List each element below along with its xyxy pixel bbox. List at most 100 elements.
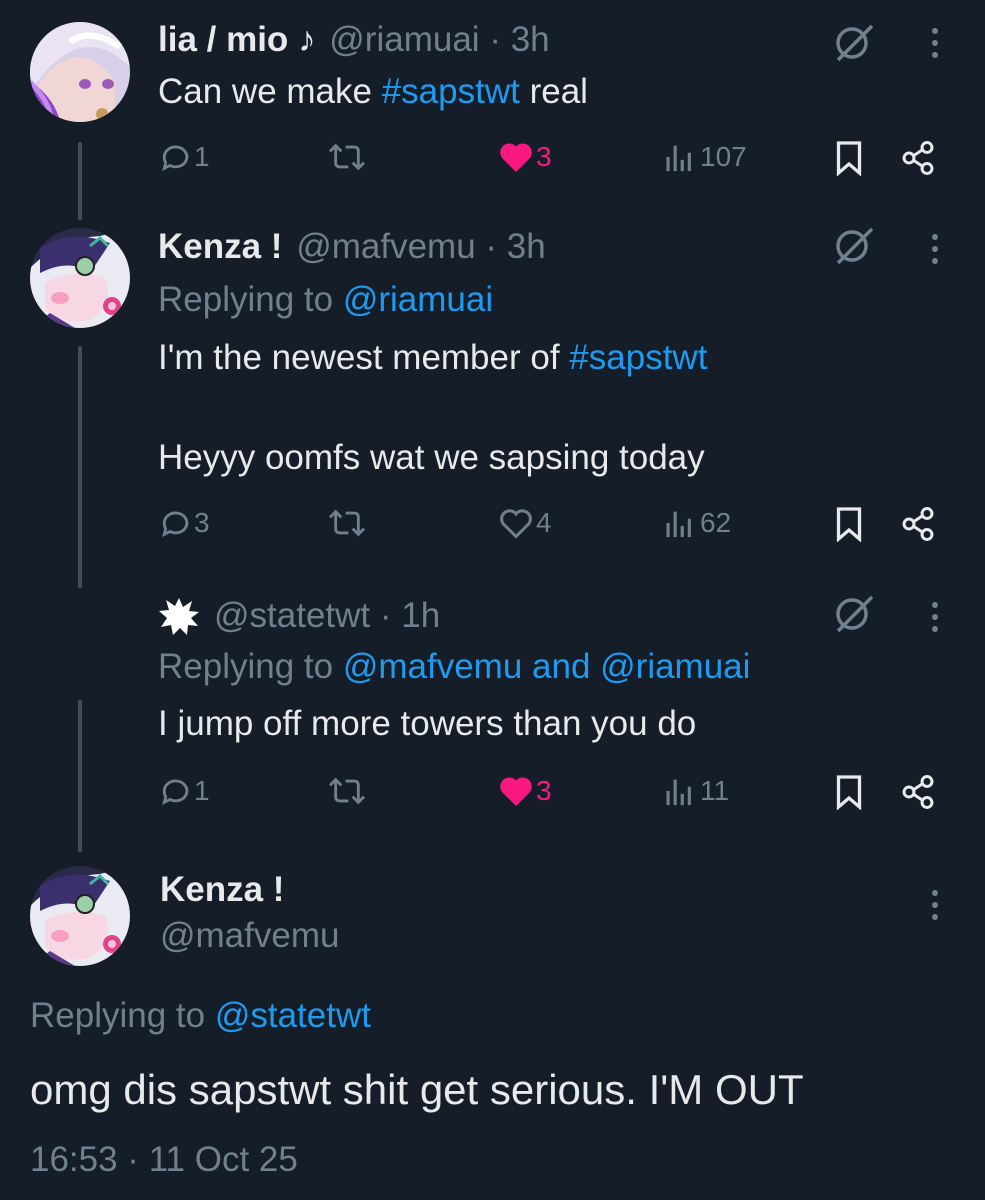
grok-button[interactable] [832, 593, 876, 638]
tweet-2-header: Kenza ! @mafvemu · 3h [158, 227, 546, 267]
like-count: 3 [536, 775, 552, 806]
reply-icon [162, 511, 189, 537]
bookmark-icon [836, 141, 862, 177]
tweet-2-text-line-1: I'm the newest member of #sapstwt [158, 338, 707, 378]
tweet-2-text-line-2: Heyyy oomfs wat we sapsing today [158, 438, 705, 477]
reply-button[interactable]: 1 [160, 140, 210, 174]
more-options-button[interactable] [930, 232, 940, 271]
views-count: 11 [700, 775, 730, 806]
reply-button[interactable]: 1 [160, 774, 210, 808]
avatar-kenza[interactable] [30, 228, 130, 328]
display-name[interactable]: Kenza ! [160, 870, 284, 910]
avatar-lia[interactable] [30, 22, 130, 122]
bookmark-button[interactable] [834, 140, 864, 181]
more-icon [932, 234, 938, 264]
reply-count: 3 [194, 507, 210, 538]
views-icon [666, 511, 691, 538]
timestamp[interactable]: · 3h [489, 20, 549, 59]
reply-count: 1 [194, 775, 210, 806]
timestamp[interactable]: · 3h [485, 227, 545, 266]
bookmark-icon [836, 507, 862, 543]
replying-label: Replying to [30, 996, 215, 1035]
tweet-1-text: Can we make #sapstwt real [158, 72, 588, 112]
main-tweet-text: omg dis sapstwt shit get serious. I'M OU… [30, 1066, 804, 1113]
grok-icon [836, 595, 874, 633]
replying-to: Replying to @statetwt [30, 996, 371, 1036]
main-tweet-timestamp[interactable]: 16:53 · 11 Oct 25 [30, 1140, 298, 1180]
share-icon [902, 507, 934, 541]
retweet-icon [328, 143, 366, 171]
bookmark-button[interactable] [834, 506, 864, 547]
replying-to-link[interactable]: @riamuai [343, 280, 493, 319]
handle[interactable]: @riamuai [329, 20, 479, 59]
retweet-icon [328, 777, 366, 805]
views-icon [666, 145, 691, 172]
hashtag-link[interactable]: #sapstwt [569, 338, 707, 377]
more-options-button[interactable] [930, 600, 940, 639]
display-name[interactable]: lia / mio ♪ [158, 20, 316, 59]
share-button[interactable] [900, 140, 936, 181]
retweet-button[interactable] [328, 506, 366, 540]
like-button[interactable]: 4 [498, 506, 552, 540]
share-icon [902, 775, 934, 809]
views-count: 107 [700, 141, 747, 172]
share-icon [902, 141, 934, 175]
tweet-text: I'm the newest member of [158, 338, 570, 377]
retweet-icon [328, 509, 366, 537]
views-count: 62 [700, 507, 732, 538]
like-button[interactable]: 3 [498, 774, 552, 808]
hashtag-link[interactable]: #sapstwt [382, 72, 520, 111]
tweet-3-header: @statetwt · 1h [214, 596, 440, 636]
thread-line [78, 700, 82, 852]
more-options-button[interactable] [930, 26, 940, 65]
grok-icon [836, 24, 874, 62]
grok-icon [836, 227, 874, 265]
display-name[interactable]: Kenza ! [158, 227, 282, 266]
reply-icon [162, 779, 189, 805]
reply-icon [162, 145, 189, 171]
bookmark-button[interactable] [834, 774, 864, 815]
thread-line [78, 346, 82, 588]
grok-button[interactable] [832, 22, 876, 67]
like-icon [500, 509, 532, 539]
avatar-kenza-main[interactable] [30, 866, 130, 966]
views-button[interactable]: 107 [662, 140, 747, 174]
retweet-button[interactable] [328, 140, 366, 174]
thread-line [78, 142, 82, 220]
views-button[interactable]: 11 [662, 774, 729, 808]
more-icon [932, 890, 938, 920]
grok-button[interactable] [832, 225, 876, 270]
handle[interactable]: @statetwt [214, 596, 370, 635]
avatar-statetwt[interactable] [158, 596, 200, 641]
replying-to: Replying to @mafvemu and @riamuai [158, 647, 750, 687]
retweet-button[interactable] [328, 774, 366, 808]
handle[interactable]: @mafvemu [296, 227, 475, 266]
like-icon [500, 143, 532, 172]
tweet-text: real [519, 72, 588, 111]
replying-label: Replying to [158, 280, 343, 319]
bookmark-icon [836, 775, 862, 811]
replying-label: Replying to [158, 647, 343, 686]
tweet-3-text: I jump off more towers than you do [158, 704, 697, 743]
reply-count: 1 [194, 141, 210, 172]
more-icon [932, 602, 938, 632]
like-button[interactable]: 3 [498, 140, 552, 174]
replying-to-link[interactable]: @mafvemu and @riamuai [343, 647, 751, 686]
tweet-1-header: lia / mio ♪ @riamuai · 3h [158, 20, 550, 60]
like-count: 3 [536, 141, 552, 172]
starburst-icon [159, 598, 199, 635]
views-icon [666, 779, 691, 806]
more-icon [932, 28, 938, 58]
like-count: 4 [536, 507, 552, 538]
views-button[interactable]: 62 [662, 506, 731, 540]
timestamp[interactable]: · 1h [380, 596, 440, 635]
share-button[interactable] [900, 774, 936, 815]
handle[interactable]: @mafvemu [160, 916, 339, 956]
tweet-text: Can we make [158, 72, 382, 111]
more-options-button[interactable] [930, 888, 940, 927]
like-icon [500, 777, 532, 806]
reply-button[interactable]: 3 [160, 506, 210, 540]
share-button[interactable] [900, 506, 936, 547]
replying-to: Replying to @riamuai [158, 280, 493, 320]
replying-to-link[interactable]: @statetwt [215, 996, 371, 1035]
